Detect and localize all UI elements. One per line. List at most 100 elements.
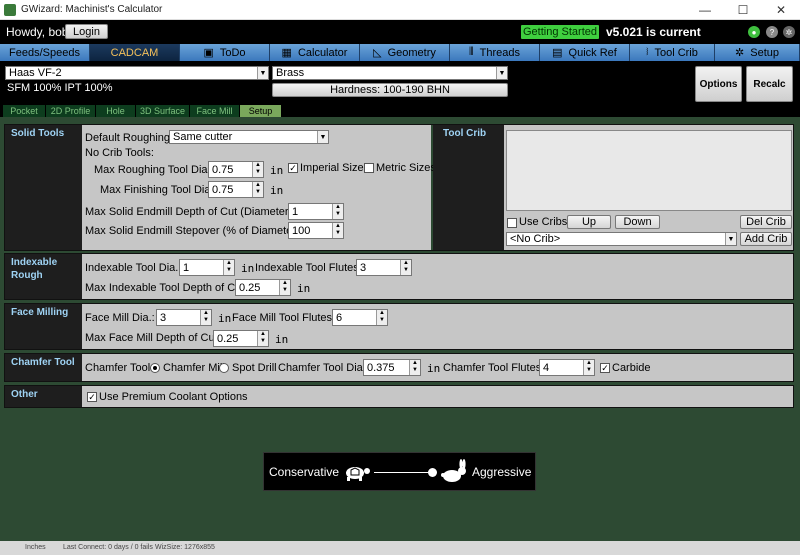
- crib-up-button[interactable]: Up: [567, 215, 611, 229]
- tab-todo[interactable]: ▣ ToDo: [180, 44, 270, 61]
- subtab-hole[interactable]: Hole: [96, 105, 136, 117]
- imperial-sizes-checkbox[interactable]: ✓: [288, 163, 298, 173]
- tab-tool-crib[interactable]: ⧘ Tool Crib: [630, 44, 715, 61]
- subtab-pocket[interactable]: Pocket: [3, 105, 46, 117]
- depth-diameters-input[interactable]: 1 ▲ ▼: [288, 203, 344, 220]
- stepper-icon[interactable]: ▲ ▼: [279, 280, 290, 295]
- subtab-setup[interactable]: Setup: [240, 105, 282, 117]
- chamfer-dia-value: 0.375: [367, 361, 395, 374]
- material-select[interactable]: Brass ▼: [272, 66, 508, 80]
- face-mill-depth-input[interactable]: 0.25 ▲ ▼: [213, 330, 269, 347]
- subtab-3d-surface[interactable]: 3D Surface: [136, 105, 190, 117]
- indexable-dia-input[interactable]: 1 ▲ ▼: [179, 259, 235, 276]
- subtab-2d-profile[interactable]: 2D Profile: [46, 105, 96, 117]
- tab-setup[interactable]: ✲ Setup: [715, 44, 800, 61]
- stepper-icon[interactable]: ▲ ▼: [583, 360, 594, 375]
- indexable-dia-label: Indexable Tool Dia.:: [85, 262, 182, 274]
- face-mill-flutes-input[interactable]: 6 ▲ ▼: [332, 309, 388, 326]
- tab-cadcam[interactable]: CADCAM: [90, 44, 180, 61]
- indexable-flutes-input[interactable]: 3 ▲ ▼: [356, 259, 412, 276]
- use-cribs-checkbox[interactable]: [507, 218, 517, 228]
- threads-icon: ⫴: [469, 46, 474, 58]
- del-crib-button[interactable]: Del Crib: [740, 215, 792, 229]
- chamfer-dia-input[interactable]: 0.375 ▲ ▼: [363, 359, 421, 376]
- max-rough-input[interactable]: 0.75 ▲ ▼: [208, 161, 264, 178]
- chamfer-mill-radio[interactable]: [150, 363, 160, 373]
- premium-coolant-label: Use Premium Coolant Options: [99, 391, 248, 403]
- spot-drill-label: Spot Drill: [232, 362, 277, 374]
- tab-quick-ref[interactable]: ▤ Quick Ref: [540, 44, 630, 61]
- crib-list[interactable]: [506, 130, 792, 211]
- minimize-button[interactable]: —: [686, 0, 724, 20]
- recalc-button[interactable]: Recalc: [746, 66, 793, 102]
- max-rough-label: Max Roughing Tool Dia.:: [94, 164, 214, 176]
- indexable-depth-input[interactable]: 0.25 ▲ ▼: [235, 279, 291, 296]
- unit-label: in: [241, 262, 255, 275]
- face-mill-dia-input[interactable]: 3 ▲ ▼: [156, 309, 212, 326]
- stepper-icon[interactable]: ▲ ▼: [332, 204, 343, 219]
- app-icon: [4, 4, 16, 16]
- tip-icon[interactable]: ?: [766, 26, 778, 38]
- metric-sizes-checkbox[interactable]: [364, 163, 374, 173]
- title-bar: GWizard: Machinist's Calculator — ☐ ✕: [0, 0, 800, 20]
- status-icon[interactable]: ●: [748, 26, 760, 38]
- gear-icon[interactable]: ✲: [783, 26, 795, 38]
- tab-feeds-speeds[interactable]: Feeds/Speeds: [0, 44, 90, 61]
- chamfer-flutes-input[interactable]: 4 ▲ ▼: [539, 359, 595, 376]
- turtle-icon: [346, 467, 370, 481]
- units-status: Inches: [25, 544, 46, 551]
- login-button[interactable]: Login: [65, 24, 108, 39]
- maximize-button[interactable]: ☐: [724, 0, 762, 20]
- face-mill-depth-label: Max Face Mill Depth of Cut:: [85, 332, 221, 344]
- options-button[interactable]: Options: [695, 66, 742, 102]
- hardness-button[interactable]: Hardness: 100-190 BHN: [272, 83, 508, 97]
- carbide-checkbox[interactable]: ✓: [600, 363, 610, 373]
- chamfer-tool-label: Chamfer Tool:: [85, 362, 154, 374]
- slider-handle[interactable]: [428, 468, 437, 477]
- stepper-icon[interactable]: ▲ ▼: [257, 331, 268, 346]
- chevron-down-icon: ▼: [725, 233, 736, 245]
- indexable-rough-section: Indexable Rough Indexable Tool Dia.: 1 ▲ ▼…: [4, 253, 794, 300]
- default-roughing-select[interactable]: Same cutter ▼: [169, 130, 329, 144]
- sfm-ipt-text: SFM 100% IPT 100%: [7, 82, 113, 94]
- aggressiveness-slider[interactable]: Conservative Aggressive: [263, 452, 536, 491]
- stepper-icon[interactable]: ▲ ▼: [332, 223, 343, 238]
- max-finish-input[interactable]: 0.75 ▲ ▼: [208, 181, 264, 198]
- subtab-face-mill[interactable]: Face Mill: [190, 105, 240, 117]
- crib-select[interactable]: <No Crib> ▼: [506, 232, 737, 246]
- face-milling-pane: Face Mill Dia.: 3 ▲ ▼ in Face Mill Tool Fl…: [82, 304, 793, 349]
- stepover-input[interactable]: 100 ▲ ▼: [288, 222, 344, 239]
- stepper-icon[interactable]: ▲ ▼: [200, 310, 211, 325]
- material-select-value: Brass: [276, 67, 305, 79]
- stepper-icon[interactable]: ▲ ▼: [252, 182, 263, 197]
- depth-diameters-value: 1: [292, 205, 299, 218]
- machine-select[interactable]: Haas VF-2 ▼: [5, 66, 269, 80]
- metric-sizes-label: Metric Sizes: [376, 162, 436, 174]
- window-title: GWizard: Machinist's Calculator: [21, 4, 163, 15]
- indexable-depth-label: Max Indexable Tool Depth of Cut:: [85, 282, 248, 294]
- tool-crib-icon: ⧘: [646, 46, 649, 58]
- indexable-rough-pane: Indexable Tool Dia.: 1 ▲ ▼ in Indexable To…: [82, 254, 793, 299]
- crib-down-button[interactable]: Down: [615, 215, 660, 229]
- unit-label: in: [275, 333, 289, 346]
- stepper-icon[interactable]: ▲ ▼: [376, 310, 387, 325]
- face-mill-depth-value: 0.25: [217, 332, 239, 345]
- chevron-down-icon: ▼: [496, 67, 507, 79]
- wizsize-status: WizSize: 1276x855: [155, 544, 215, 551]
- tab-geometry[interactable]: ◺ Geometry: [360, 44, 450, 61]
- stepper-icon[interactable]: ▲ ▼: [252, 162, 263, 177]
- add-crib-button[interactable]: Add Crib: [740, 232, 792, 246]
- tab-threads[interactable]: ⫴ Threads: [450, 44, 540, 61]
- stepper-icon[interactable]: ▲ ▼: [409, 360, 420, 375]
- tool-crib-pane: Use Cribs: Up Down Del Crib <No Crib> ▼ A…: [504, 125, 793, 250]
- close-button[interactable]: ✕: [762, 0, 800, 20]
- tab-calculator[interactable]: ▦ Calculator: [270, 44, 360, 61]
- premium-coolant-checkbox[interactable]: ✓: [87, 392, 97, 402]
- getting-started-button[interactable]: Getting Started: [521, 25, 599, 39]
- spot-drill-radio[interactable]: [219, 363, 229, 373]
- indexable-depth-value: 0.25: [239, 281, 261, 294]
- stepper-icon[interactable]: ▲ ▼: [400, 260, 411, 275]
- default-roughing-label: Default Roughing:: [85, 132, 174, 144]
- stepper-icon[interactable]: ▲ ▼: [223, 260, 234, 275]
- tab-label: Threads: [479, 46, 520, 59]
